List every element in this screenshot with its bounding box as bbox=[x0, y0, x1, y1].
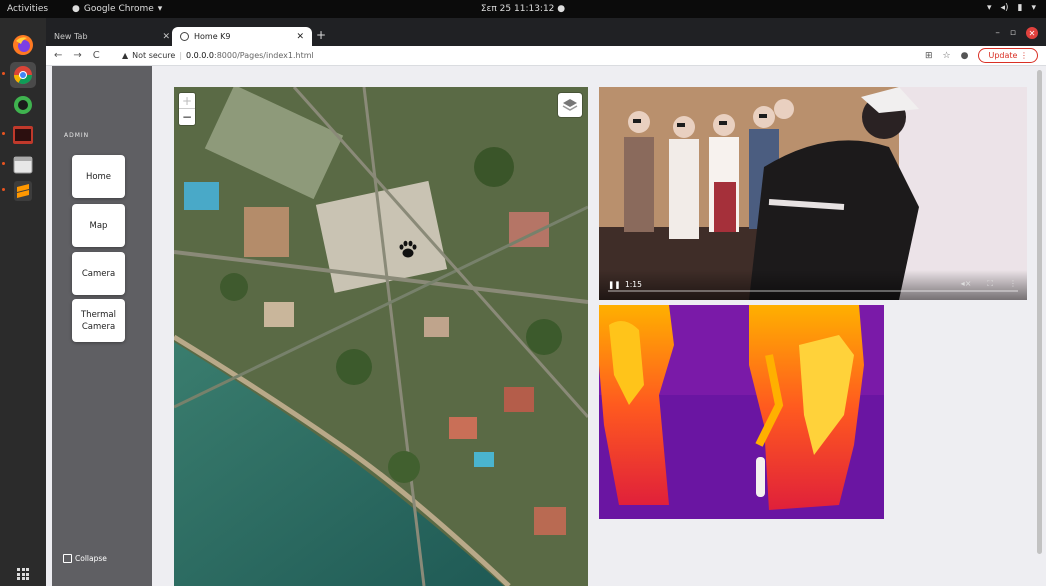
terminal-icon bbox=[13, 126, 33, 144]
sidebar: ADMIN Home Map Camera Thermal Camera Col… bbox=[52, 66, 152, 586]
zoom-control: + − bbox=[179, 93, 195, 125]
dock-terminal[interactable] bbox=[2, 122, 36, 148]
system-tray[interactable]: ▾ ◂) ▮ ▾ bbox=[987, 3, 1036, 13]
mute-icon[interactable]: ◂× bbox=[961, 279, 972, 289]
sublime-text-icon bbox=[14, 181, 32, 201]
nav-buttons: ← → C bbox=[54, 50, 100, 61]
page-scrollbar[interactable] bbox=[1037, 70, 1042, 554]
tab-home-k9[interactable]: Home K9 ✕ bbox=[172, 27, 312, 46]
window-icon bbox=[13, 156, 33, 174]
security-label: Not secure bbox=[132, 51, 176, 60]
new-tab-button[interactable]: + bbox=[316, 28, 326, 42]
sidebar-heading: ADMIN bbox=[64, 132, 90, 139]
zoom-out-button[interactable]: − bbox=[179, 109, 195, 125]
url-host: 0.0.0.0 bbox=[186, 51, 215, 60]
address-bar[interactable]: ▲ Not secure | 0.0.0.0:8000/Pages/index1… bbox=[122, 51, 314, 60]
back-icon[interactable]: ← bbox=[54, 50, 62, 61]
window-controls: – ▫ ✕ bbox=[995, 27, 1038, 39]
star-icon[interactable]: ☆ bbox=[943, 51, 951, 61]
sidebar-item-camera[interactable]: Camera bbox=[72, 252, 125, 295]
running-indicator bbox=[2, 188, 5, 191]
camera-video[interactable]: ❚❚ 1:15 ◂× ⛶ ⋮ bbox=[599, 87, 1027, 300]
collapse-icon bbox=[63, 554, 72, 563]
camera-frame bbox=[599, 87, 1027, 300]
toolbar: ← → C ▲ Not secure | 0.0.0.0:8000/Pages/… bbox=[46, 46, 1046, 66]
dock bbox=[0, 18, 46, 586]
fullscreen-icon[interactable]: ⛶ bbox=[987, 279, 993, 289]
satellite-imagery bbox=[174, 87, 588, 586]
page-content: ADMIN Home Map Camera Thermal Camera Col… bbox=[46, 66, 1046, 586]
tab-strip: New Tab ✕ Home K9 ✕ + – ▫ ✕ bbox=[46, 18, 1046, 46]
chevron-down-icon: ▾ bbox=[1031, 3, 1036, 13]
dock-chrome[interactable] bbox=[2, 62, 36, 88]
sidebar-item-thermal-camera[interactable]: Thermal Camera bbox=[72, 299, 125, 342]
video-controls: ❚❚ 1:15 ◂× ⛶ ⋮ bbox=[599, 270, 1027, 300]
close-icon[interactable]: ✕ bbox=[162, 32, 170, 42]
running-indicator bbox=[2, 72, 5, 75]
zoom-in-button[interactable]: + bbox=[179, 93, 195, 109]
battery-icon: ▮ bbox=[1017, 3, 1023, 13]
close-icon[interactable]: ✕ bbox=[296, 32, 304, 42]
clock[interactable]: Σεπ 25 11:13:12 ● bbox=[0, 4, 1046, 14]
qr-code-icon[interactable]: ⊞ bbox=[925, 51, 933, 61]
profile-icon[interactable]: ● bbox=[961, 51, 969, 61]
show-applications-icon[interactable] bbox=[17, 568, 29, 580]
volume-icon: ◂) bbox=[1000, 3, 1009, 13]
dock-window[interactable] bbox=[2, 152, 36, 178]
sidebar-item-map[interactable]: Map bbox=[72, 204, 125, 247]
close-window-icon[interactable]: ✕ bbox=[1026, 27, 1038, 39]
chrome-icon bbox=[13, 66, 32, 85]
running-indicator bbox=[2, 162, 5, 165]
toolbar-actions: ⊞ ☆ ● Update ⋮ bbox=[925, 48, 1038, 63]
running-indicator bbox=[2, 132, 5, 135]
tab-label: Home K9 bbox=[194, 32, 231, 41]
forward-icon[interactable]: → bbox=[73, 50, 81, 61]
layers-icon bbox=[562, 99, 578, 111]
minimize-icon[interactable]: – bbox=[995, 28, 1000, 38]
collapse-label: Collapse bbox=[75, 554, 107, 563]
dock-sublime[interactable] bbox=[2, 178, 36, 204]
layers-button[interactable] bbox=[558, 93, 582, 117]
thermal-camera-view[interactable] bbox=[599, 305, 884, 519]
browser-window: New Tab ✕ Home K9 ✕ + – ▫ ✕ ← → C ▲ Not … bbox=[46, 18, 1046, 586]
video-time: 1:15 bbox=[625, 280, 642, 289]
url-path: :8000/Pages/index1.html bbox=[214, 51, 314, 60]
map-view[interactable]: + − bbox=[174, 87, 588, 586]
video-control-icons: ◂× ⛶ ⋮ bbox=[961, 279, 1017, 289]
app-circle-icon bbox=[14, 96, 32, 114]
pause-icon[interactable]: ❚❚ bbox=[608, 280, 621, 289]
thermal-frame bbox=[599, 305, 884, 519]
sidebar-item-home[interactable]: Home bbox=[72, 155, 125, 198]
globe-icon bbox=[180, 32, 189, 41]
dock-firefox[interactable] bbox=[10, 32, 36, 58]
more-options-icon[interactable]: ⋮ bbox=[1009, 279, 1017, 289]
restore-icon[interactable]: ▫ bbox=[1010, 28, 1016, 38]
wifi-icon: ▾ bbox=[986, 3, 992, 13]
paw-icon[interactable] bbox=[398, 239, 418, 259]
warning-icon[interactable]: ▲ bbox=[122, 51, 128, 60]
separator: | bbox=[179, 51, 183, 60]
tab-new-tab[interactable]: New Tab ✕ bbox=[46, 27, 178, 46]
video-progress-bar[interactable] bbox=[608, 290, 1018, 292]
collapse-button[interactable]: Collapse bbox=[63, 554, 107, 563]
update-button[interactable]: Update ⋮ bbox=[978, 48, 1038, 63]
firefox-icon bbox=[13, 35, 33, 55]
system-top-bar: Activities ● Google Chrome ▾ Σεπ 25 11:1… bbox=[0, 0, 1046, 18]
desktop: Activities ● Google Chrome ▾ Σεπ 25 11:1… bbox=[0, 0, 1046, 586]
reload-icon[interactable]: C bbox=[93, 50, 100, 61]
tab-label: New Tab bbox=[54, 32, 88, 41]
dock-app-circle[interactable] bbox=[10, 92, 36, 118]
